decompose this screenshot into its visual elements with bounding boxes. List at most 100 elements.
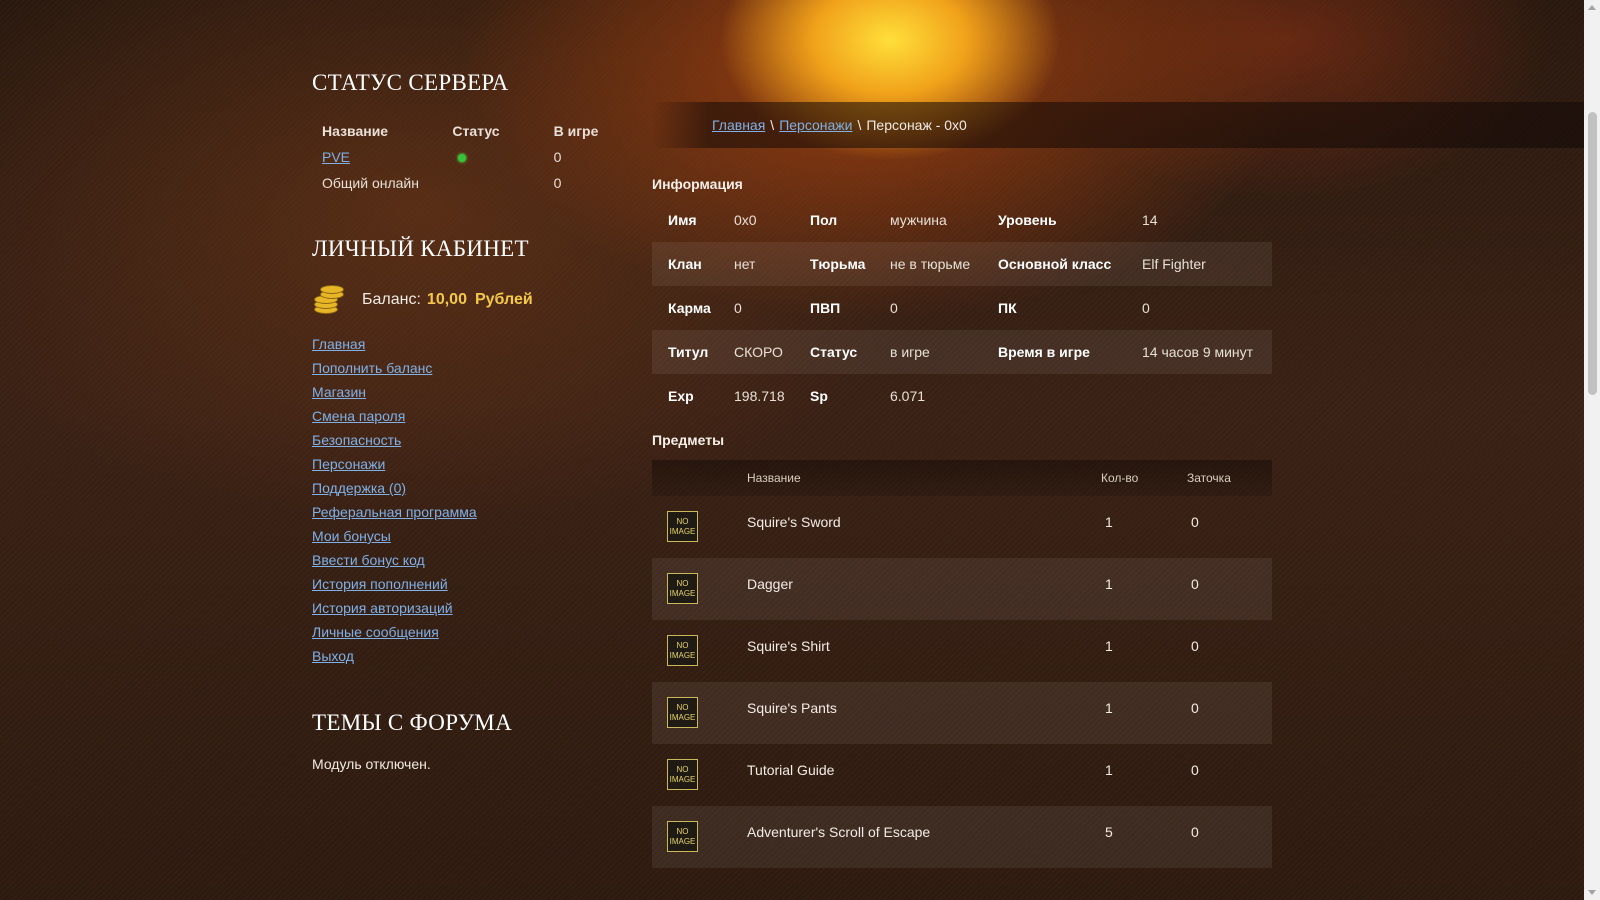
- breadcrumb-separator: \: [770, 117, 775, 133]
- item-no-image-icon: NO IMAGE: [667, 821, 698, 852]
- item-row: NO IMAGE Adventurer's Scroll of Escape 5…: [652, 806, 1272, 868]
- menu-bonus-code[interactable]: Ввести бонус код: [312, 548, 612, 572]
- info-key: Имя: [668, 212, 697, 228]
- info-value: в игре: [890, 330, 998, 374]
- menu-home[interactable]: Главная: [312, 332, 612, 356]
- item-name: Squire's Sword: [747, 514, 841, 530]
- item-name: Squire's Pants: [747, 700, 837, 716]
- menu-logout[interactable]: Выход: [312, 644, 612, 668]
- item-no-image-icon: NO IMAGE: [667, 573, 698, 604]
- info-value: Elf Fighter: [1142, 242, 1272, 286]
- server-pve-count: 0: [553, 149, 562, 165]
- item-name: Tutorial Guide: [747, 762, 835, 778]
- info-key: Основной класс: [998, 242, 1142, 286]
- item-no-image-icon: NO IMAGE: [667, 635, 698, 666]
- page-scrollbar[interactable]: [1584, 0, 1600, 900]
- info-value: 0: [1142, 300, 1150, 316]
- item-qty: 1: [1105, 576, 1113, 592]
- item-qty: 5: [1105, 824, 1113, 840]
- info-value: 6.071: [890, 388, 926, 404]
- breadcrumb-home[interactable]: Главная: [712, 117, 765, 133]
- info-row: Exp 198.718 Sp 6.071: [652, 374, 1272, 418]
- scroll-down-icon[interactable]: [1588, 890, 1596, 895]
- menu-auth-history[interactable]: История авторизаций: [312, 596, 612, 620]
- online-status-icon: [458, 154, 467, 162]
- info-value: 0: [890, 300, 898, 316]
- col-name-header: Название: [322, 123, 389, 139]
- info-key: Статус: [810, 330, 890, 374]
- info-key: Exp: [668, 388, 694, 404]
- item-qty: 1: [1105, 762, 1113, 778]
- coins-icon: [312, 285, 344, 315]
- balance-currency: Рублей: [474, 291, 533, 308]
- item-qty: 1: [1105, 638, 1113, 654]
- item-row: NO IMAGE Squire's Sword 1 0: [652, 496, 1272, 558]
- info-row: Титул СКОРО Статус в игре Время в игре 1…: [652, 330, 1272, 374]
- menu-characters[interactable]: Персонажи: [312, 452, 612, 476]
- info-row: Имя 0x0 Пол мужчина Уровень 14: [652, 198, 1272, 242]
- info-value: 0x0: [734, 212, 757, 228]
- item-row: NO IMAGE Tutorial Guide 1 0: [652, 744, 1272, 806]
- info-table: Имя 0x0 Пол мужчина Уровень 14 Клан нет …: [652, 198, 1272, 418]
- info-value: не в тюрьме: [890, 242, 998, 286]
- item-no-image-icon: NO IMAGE: [667, 697, 698, 728]
- server-status-title: СТАТУС СЕРВЕРА: [312, 70, 509, 95]
- item-name: Squire's Shirt: [747, 638, 830, 654]
- info-value: мужчина: [890, 212, 947, 228]
- total-online-label: Общий онлайн: [322, 175, 419, 191]
- item-enchant: 0: [1191, 824, 1199, 840]
- item-enchant: 0: [1191, 576, 1199, 592]
- items-table-header: Название Кол-во Заточка: [652, 460, 1272, 496]
- character-main: Информация Имя 0x0 Пол мужчина Уровень 1…: [652, 176, 1272, 868]
- menu-shop[interactable]: Магазин: [312, 380, 612, 404]
- info-value: нет: [734, 242, 810, 286]
- item-qty: 1: [1105, 514, 1113, 530]
- item-row: NO IMAGE Squire's Pants 1 0: [652, 682, 1272, 744]
- menu-topup[interactable]: Пополнить баланс: [312, 356, 612, 380]
- menu-messages[interactable]: Личные сообщения: [312, 620, 612, 644]
- balance-label: Баланс:: [362, 291, 421, 308]
- info-key: Тюрьма: [810, 242, 890, 286]
- breadcrumb-separator: \: [857, 117, 862, 133]
- server-row-total: Общий онлайн 0: [322, 170, 612, 196]
- items-col-qty: Кол-во: [1101, 471, 1139, 485]
- scroll-up-icon[interactable]: [1588, 5, 1596, 10]
- menu-security[interactable]: Безопасность: [312, 428, 612, 452]
- scroll-thumb[interactable]: [1588, 112, 1597, 395]
- balance-block: Баланс: 10,00 Рублей: [312, 282, 612, 318]
- items-title: Предметы: [652, 432, 725, 448]
- info-key: Карма: [668, 300, 711, 316]
- item-row: NO IMAGE Squire's Shirt 1 0: [652, 620, 1272, 682]
- item-enchant: 0: [1191, 762, 1199, 778]
- item-qty: 1: [1105, 700, 1113, 716]
- forum-title: ТЕМЫ С ФОРУМА: [312, 710, 512, 735]
- info-key: ПК: [998, 300, 1017, 316]
- info-value: 0: [734, 300, 742, 316]
- info-key: ПВП: [810, 300, 841, 316]
- info-key: Клан: [652, 242, 734, 286]
- item-enchant: 0: [1191, 700, 1199, 716]
- left-sidebar: СТАТУС СЕРВЕРА Название Статус В игре PV…: [312, 70, 612, 772]
- server-status-header: Название Статус В игре: [322, 118, 612, 144]
- info-key: Sp: [810, 388, 828, 404]
- item-name: Dagger: [747, 576, 793, 592]
- menu-support[interactable]: Поддержка (0): [312, 476, 612, 500]
- info-key: Время в игре: [998, 330, 1142, 374]
- item-no-image-icon: NO IMAGE: [667, 759, 698, 790]
- cabinet-title: ЛИЧНЫЙ КАБИНЕТ: [312, 236, 529, 261]
- info-row: Клан нет Тюрьма не в тюрьме Основной кла…: [652, 242, 1272, 286]
- breadcrumb-characters[interactable]: Персонажи: [779, 117, 852, 133]
- item-row: NO IMAGE Dagger 1 0: [652, 558, 1272, 620]
- info-row: Карма 0 ПВП 0 ПК 0: [652, 286, 1272, 330]
- menu-bonuses[interactable]: Мои бонусы: [312, 524, 612, 548]
- menu-topup-history[interactable]: История пополнений: [312, 572, 612, 596]
- info-value: 198.718: [734, 388, 785, 404]
- menu-change-password[interactable]: Смена пароля: [312, 404, 612, 428]
- items-col-enchant: Заточка: [1187, 471, 1231, 485]
- col-ingame-header: В игре: [553, 123, 599, 139]
- col-status-header: Статус: [452, 123, 500, 139]
- server-pve-link[interactable]: PVE: [322, 149, 350, 165]
- breadcrumb: Главная \ Персонажи \ Персонаж - 0x0: [652, 102, 1592, 148]
- forum-disabled-text: Модуль отключен.: [312, 756, 431, 772]
- menu-referral[interactable]: Реферальная программа: [312, 500, 612, 524]
